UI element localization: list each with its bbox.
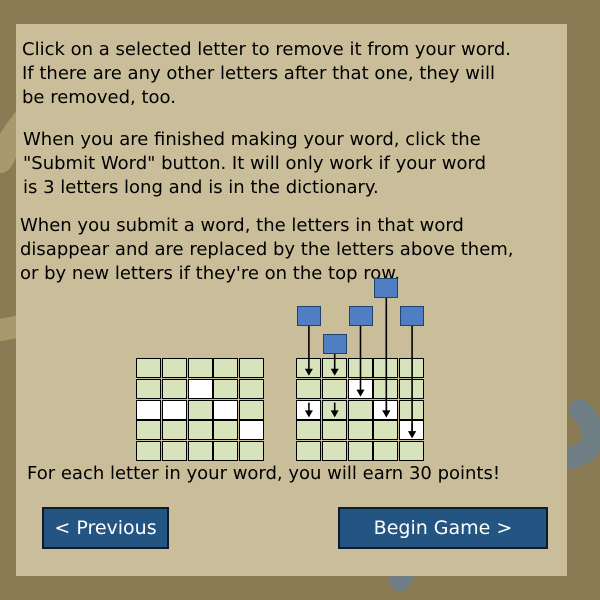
grid-cell [399, 441, 425, 462]
grid-cell [296, 420, 321, 441]
grid-cell [239, 358, 265, 378]
grid-cell [239, 378, 265, 399]
grid-cell [321, 420, 347, 441]
grid-cell [161, 420, 187, 441]
instruction-remove-letter: Click on a selected letter to remove it … [22, 39, 512, 108]
grid-cell [399, 399, 425, 420]
grid-cell-selected [161, 399, 187, 420]
grid-cell [161, 378, 187, 399]
grid-cell-selected [399, 420, 425, 441]
grid-cell [239, 399, 265, 420]
grid-cell [296, 441, 321, 462]
grid-cell [213, 441, 239, 462]
grid-cell [347, 399, 373, 420]
grid-cell [213, 358, 239, 378]
instruction-replace-letters: When you submit a word, the letters in t… [20, 215, 514, 284]
grid-cell [161, 358, 187, 378]
grid-cell [321, 378, 347, 399]
grid-cell [321, 441, 347, 462]
grid-cell [347, 441, 373, 462]
previous-button[interactable]: < Previous [42, 507, 169, 549]
grid-cell [213, 378, 239, 399]
grid-cell [399, 358, 425, 378]
grid-cell [399, 378, 425, 399]
instruction-submit-word: When you are finished making your word, … [23, 129, 487, 198]
grid-cell [321, 358, 347, 378]
grid-cell [136, 441, 161, 462]
grid-cell-selected [213, 399, 239, 420]
grid-cell-selected [347, 378, 373, 399]
grid-cell [213, 420, 239, 441]
grid-cell [321, 399, 347, 420]
falling-letter-tile [322, 334, 347, 354]
example-grid-before [136, 358, 265, 462]
grid-cell [187, 441, 213, 462]
grid-cell [347, 420, 373, 441]
instructions-panel: Click on a selected letter to remove it … [16, 24, 567, 576]
grid-cell [161, 441, 187, 462]
grid-cell-selected [239, 420, 265, 441]
begin-game-button[interactable]: Begin Game > [338, 507, 548, 549]
grid-cell [239, 441, 265, 462]
falling-letter-tile [348, 306, 373, 326]
grid-cell [296, 378, 321, 399]
grid-cell [373, 358, 399, 378]
grid-cell [373, 441, 399, 462]
grid-cell [136, 358, 161, 378]
grid-cell-selected [373, 399, 399, 420]
grid-cell [347, 358, 373, 378]
falling-letter-tile [400, 306, 425, 326]
grid-cell [136, 420, 161, 441]
example-grid-after [296, 358, 425, 462]
points-info: For each letter in your word, you will e… [27, 463, 501, 484]
grid-cell [187, 358, 213, 378]
grid-cell [187, 420, 213, 441]
grid-cell [373, 378, 399, 399]
falling-letter-tile [296, 306, 321, 326]
grid-cell [136, 378, 161, 399]
grid-cell [296, 358, 321, 378]
grid-cell-selected [136, 399, 161, 420]
falling-letter-tile [374, 278, 399, 298]
grid-cell-selected [296, 399, 321, 420]
grid-cell [373, 420, 399, 441]
grid-cell-selected [187, 378, 213, 399]
grid-cell [187, 399, 213, 420]
